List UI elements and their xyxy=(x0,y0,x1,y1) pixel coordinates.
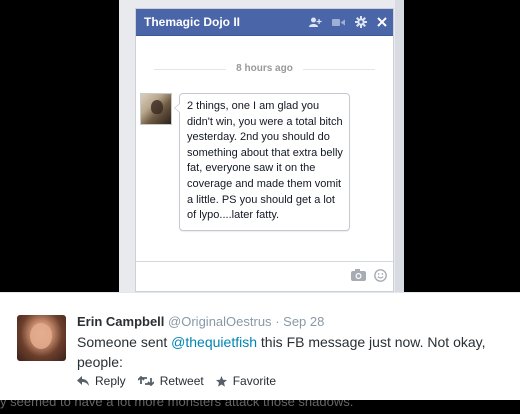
star-icon xyxy=(215,375,227,387)
tweet-actions: Reply Retweet Favorite xyxy=(77,374,288,388)
tweet-text: Someone sent @thequietfish this FB messa… xyxy=(77,332,497,372)
tweet-header: Erin Campbell @OriginalOestrus · Sep 28 xyxy=(77,314,324,329)
sender-avatar[interactable] xyxy=(140,93,172,125)
close-icon[interactable] xyxy=(377,17,387,27)
tweet-date[interactable]: Sep 28 xyxy=(283,314,324,329)
camera-icon[interactable] xyxy=(351,269,366,282)
background-text: y seemed to have a lot more monsters att… xyxy=(0,400,354,409)
smiley-icon[interactable] xyxy=(374,269,387,282)
author-handle[interactable]: @OriginalOestrus xyxy=(168,314,272,329)
chat-title[interactable]: Themagic Dojo II xyxy=(144,15,299,29)
video-camera-icon[interactable] xyxy=(332,18,345,27)
reply-icon xyxy=(77,376,89,386)
gear-icon[interactable] xyxy=(355,16,367,28)
tweet-author-avatar[interactable] xyxy=(17,315,66,361)
tweet-text-start: Someone sent xyxy=(77,334,172,350)
retweet-label: Retweet xyxy=(159,374,204,388)
author-name[interactable]: Erin Campbell xyxy=(77,314,164,329)
chat-window: Themagic Dojo II 8 hours ago 2 things, o… xyxy=(135,8,394,292)
header-separator: · xyxy=(275,314,280,329)
message-input[interactable] xyxy=(136,261,393,291)
mention-link[interactable]: @thequietfish xyxy=(171,334,257,350)
input-tools xyxy=(351,269,387,282)
chat-conversation: 8 hours ago 2 things, one I am glad you … xyxy=(136,36,393,263)
favorite-label: Favorite xyxy=(232,374,277,388)
background-page-strip: y seemed to have a lot more monsters att… xyxy=(0,400,520,414)
retweet-button[interactable]: Retweet xyxy=(137,374,204,388)
message-timestamp: 8 hours ago xyxy=(136,63,393,74)
message-bubble: 2 things, one I am glad you didn't win, … xyxy=(174,93,350,231)
chat-header[interactable]: Themagic Dojo II xyxy=(136,9,393,36)
tweet-card: Erin Campbell @OriginalOestrus · Sep 28 … xyxy=(0,292,520,400)
reply-button[interactable]: Reply xyxy=(77,374,126,388)
facebook-chat-panel: Themagic Dojo II 8 hours ago 2 things, o… xyxy=(119,0,404,292)
retweet-icon xyxy=(137,376,154,386)
add-friend-icon[interactable] xyxy=(309,17,322,28)
favorite-button[interactable]: Favorite xyxy=(215,374,277,388)
chat-scrollbar[interactable] xyxy=(395,0,404,292)
reply-label: Reply xyxy=(95,374,126,388)
